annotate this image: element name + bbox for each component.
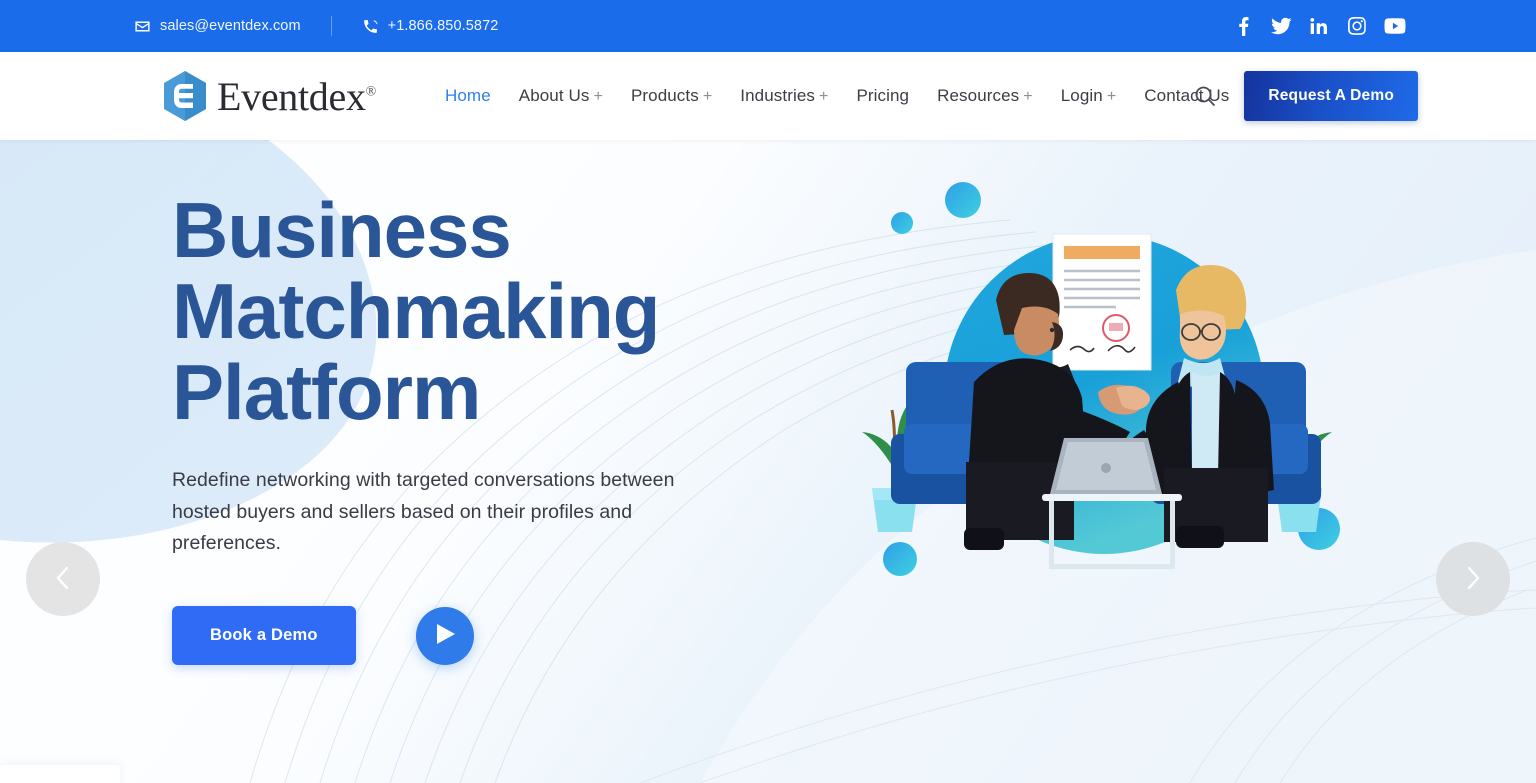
book-a-demo-button[interactable]: Book a Demo bbox=[172, 606, 356, 666]
chevron-plus-icon: + bbox=[1023, 88, 1033, 105]
hero-subtitle: Redefine networking with targeted conver… bbox=[172, 469, 675, 555]
deco-dot bbox=[883, 542, 917, 576]
phone-link[interactable]: +1.866.850.5872 bbox=[362, 18, 499, 35]
logo-wordmark: Eventdex® bbox=[217, 73, 377, 119]
carousel-next-button[interactable] bbox=[1436, 542, 1510, 616]
main-navigation: Home About Us + Products + Industries + Pri… bbox=[431, 86, 1243, 106]
next-section-card-edge bbox=[0, 765, 120, 783]
hero-title-line-1: Business bbox=[172, 186, 512, 274]
deco-dot bbox=[891, 212, 913, 234]
nav-item-about-us[interactable]: About Us + bbox=[505, 86, 617, 106]
request-a-demo-button[interactable]: Request A Demo bbox=[1244, 71, 1418, 121]
registered-mark: ® bbox=[365, 84, 377, 100]
chevron-plus-icon: + bbox=[818, 88, 829, 105]
envelope-icon bbox=[134, 18, 151, 35]
nav-item-pricing[interactable]: Pricing bbox=[842, 86, 923, 106]
hero-action-row: Book a Demo bbox=[172, 606, 812, 666]
facebook-icon[interactable] bbox=[1232, 15, 1254, 37]
instagram-icon[interactable] bbox=[1346, 15, 1368, 37]
nav-item-login[interactable]: Login + bbox=[1047, 86, 1131, 106]
hero-title-line-2: Matchmaking bbox=[172, 267, 660, 356]
deco-dot bbox=[945, 182, 981, 218]
chevron-plus-icon: + bbox=[702, 88, 713, 105]
social-links bbox=[1232, 15, 1406, 37]
hero-carousel-slide: Business Matchmaking Platform Redefine n… bbox=[0, 140, 1536, 783]
chevron-right-icon bbox=[1464, 565, 1482, 594]
nav-item-products[interactable]: Products + bbox=[617, 86, 726, 106]
contract-document bbox=[1052, 233, 1152, 371]
header-actions: Request A Demo bbox=[1192, 71, 1418, 121]
hero-title-line-3: Platform bbox=[172, 348, 481, 437]
nav-item-home[interactable]: Home bbox=[431, 86, 505, 106]
chevron-plus-icon: + bbox=[1106, 88, 1117, 105]
site-header: Eventdex® Home About Us + Products + Indus… bbox=[0, 52, 1536, 140]
linkedin-icon[interactable] bbox=[1308, 15, 1330, 37]
search-icon[interactable] bbox=[1192, 83, 1218, 109]
site-logo[interactable]: Eventdex® bbox=[162, 70, 376, 122]
play-video-button[interactable] bbox=[415, 606, 474, 665]
twitter-icon[interactable] bbox=[1270, 15, 1292, 37]
business-handshake-illustration bbox=[846, 172, 1366, 632]
email-text: sales@eventdex.com bbox=[160, 18, 301, 34]
topbar-divider bbox=[330, 16, 332, 36]
top-contact-bar: sales@eventdex.com +1.866.850.5872 bbox=[0, 0, 1536, 52]
carousel-prev-button[interactable] bbox=[26, 542, 100, 616]
page-title: Business Matchmaking Platform bbox=[172, 189, 812, 437]
phone-icon bbox=[362, 18, 379, 35]
eventdex-hexagon-icon bbox=[162, 70, 208, 122]
chevron-left-icon bbox=[54, 565, 72, 594]
topbar-contact-group: sales@eventdex.com +1.866.850.5872 bbox=[134, 16, 498, 36]
nav-item-resources[interactable]: Resources + bbox=[923, 86, 1047, 106]
hero-copy-block: Business Matchmaking Platform Redefine n… bbox=[172, 189, 812, 666]
email-link[interactable]: sales@eventdex.com bbox=[134, 18, 301, 35]
chevron-plus-icon: + bbox=[593, 88, 603, 105]
phone-text: +1.866.850.5872 bbox=[387, 18, 499, 34]
play-icon bbox=[434, 624, 456, 647]
youtube-icon[interactable] bbox=[1384, 15, 1406, 37]
nav-item-industries[interactable]: Industries + bbox=[726, 86, 842, 106]
